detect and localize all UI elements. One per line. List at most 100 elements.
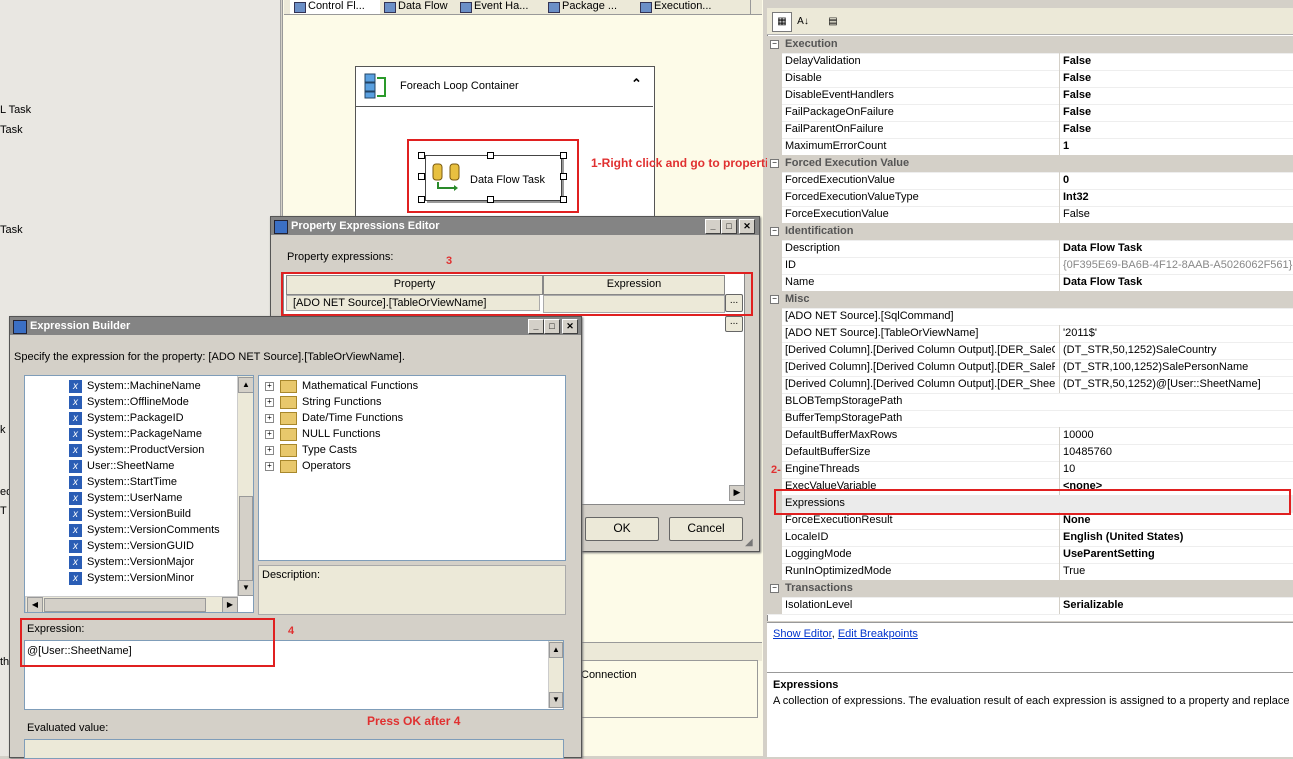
property-value[interactable]: (DT_STR,50,1252)SaleCountry bbox=[1059, 342, 1293, 359]
property-row[interactable]: ForcedExecutionValueType Int32 bbox=[767, 189, 1293, 207]
function-category[interactable]: + Operators bbox=[265, 458, 351, 474]
property-row[interactable]: EngineThreads 10 bbox=[767, 461, 1293, 479]
scroll-up-arrow[interactable]: ▲ bbox=[549, 642, 563, 658]
property-value[interactable]: 10 bbox=[1059, 461, 1293, 478]
property-value[interactable]: Data Flow Task bbox=[1059, 274, 1293, 291]
minimize-button[interactable]: _ bbox=[705, 219, 721, 234]
function-category[interactable]: + NULL Functions bbox=[265, 426, 380, 442]
new-row-ellipsis-button[interactable]: ... bbox=[725, 316, 743, 332]
property-row[interactable]: [ADO NET Source].[TableOrViewName] '2011$… bbox=[767, 325, 1293, 343]
variables-tree[interactable]: x System::MachineName x System::OfflineMode… bbox=[24, 375, 254, 613]
property-row[interactable]: ID {0F395E69-BA6B-4F12-8AAB-A5026062F561} bbox=[767, 257, 1293, 275]
property-row[interactable]: DelayValidation False bbox=[767, 53, 1293, 71]
variable-item[interactable]: x System::VersionBuild bbox=[69, 506, 191, 522]
cancel-button[interactable]: Cancel bbox=[669, 517, 743, 541]
variables-vscroll[interactable]: ▲ ▼ bbox=[237, 376, 253, 596]
property-value[interactable]: False bbox=[1059, 87, 1293, 104]
property-value[interactable]: UseParentSetting bbox=[1059, 546, 1293, 563]
property-value[interactable]: False bbox=[1059, 121, 1293, 138]
property-value[interactable]: True bbox=[1059, 563, 1293, 580]
property-value[interactable]: False bbox=[1059, 104, 1293, 121]
tab-execution-results[interactable]: Execution... bbox=[636, 0, 751, 14]
scroll-left-arrow[interactable]: ◀ bbox=[27, 597, 43, 612]
ok-button[interactable]: OK bbox=[585, 517, 659, 541]
property-category[interactable]: − Misc bbox=[767, 291, 1293, 309]
function-category[interactable]: + Date/Time Functions bbox=[265, 410, 403, 426]
property-value[interactable]: False bbox=[1059, 53, 1293, 70]
connection-label[interactable]: Connection bbox=[581, 669, 637, 681]
show-editor-link[interactable]: Show Editor bbox=[773, 628, 832, 640]
variable-item[interactable]: x System::UserName bbox=[69, 490, 182, 506]
variable-item[interactable]: x System::PackageID bbox=[69, 410, 184, 426]
eb-titlebar[interactable]: Expression Builder _ □ ✕ bbox=[10, 317, 581, 335]
minimize-button[interactable]: _ bbox=[528, 319, 544, 334]
property-row[interactable]: FailParentOnFailure False bbox=[767, 121, 1293, 139]
collapse-icon[interactable]: − bbox=[770, 584, 779, 593]
toolbox-item[interactable]: k bbox=[0, 424, 6, 436]
collapse-icon[interactable]: − bbox=[770, 40, 779, 49]
expand-icon[interactable]: + bbox=[265, 461, 274, 471]
property-row[interactable]: RunInOptimizedMode True bbox=[767, 563, 1293, 581]
property-value[interactable]: (DT_STR,50,1252)@[User::SheetName] bbox=[1059, 376, 1293, 393]
edit-breakpoints-link[interactable]: Edit Breakpoints bbox=[838, 628, 918, 640]
property-row[interactable]: MaximumErrorCount 1 bbox=[767, 138, 1293, 156]
property-row[interactable]: BufferTempStoragePath bbox=[767, 410, 1293, 428]
property-category[interactable]: − Forced Execution Value bbox=[767, 155, 1293, 173]
property-row[interactable]: LoggingMode UseParentSetting bbox=[767, 546, 1293, 564]
property-row[interactable]: IsolationLevel Serializable bbox=[767, 597, 1293, 615]
functions-tree[interactable]: + Mathematical Functions + String Functions… bbox=[258, 375, 566, 561]
toolbox-item[interactable]: T bbox=[0, 505, 7, 517]
collapse-icon[interactable]: − bbox=[770, 227, 779, 236]
expand-icon[interactable]: + bbox=[265, 445, 274, 455]
property-row[interactable]: Name Data Flow Task bbox=[767, 274, 1293, 292]
variable-item[interactable]: x System::ProductVersion bbox=[69, 442, 204, 458]
property-row[interactable]: BLOBTempStoragePath bbox=[767, 393, 1293, 411]
property-category[interactable]: − Execution bbox=[767, 36, 1293, 54]
property-value[interactable]: Data Flow Task bbox=[1059, 240, 1293, 257]
variable-item[interactable]: x System::VersionMinor bbox=[69, 570, 194, 586]
property-pages-icon[interactable]: ▤ bbox=[823, 12, 843, 32]
property-value[interactable]: 0 bbox=[1059, 172, 1293, 189]
scroll-up-arrow[interactable]: ▲ bbox=[238, 377, 253, 393]
toolbox-item[interactable]: th bbox=[0, 656, 9, 668]
variable-item[interactable]: x System::PackageName bbox=[69, 426, 202, 442]
collapse-icon[interactable]: − bbox=[770, 295, 779, 304]
toolbox-item[interactable]: L Task bbox=[0, 104, 31, 116]
variable-item[interactable]: x System::VersionGUID bbox=[69, 538, 194, 554]
property-value[interactable]: 10485760 bbox=[1059, 444, 1293, 461]
property-row[interactable]: Description Data Flow Task bbox=[767, 240, 1293, 258]
property-value[interactable]: False bbox=[1059, 70, 1293, 87]
variable-item[interactable]: x System::OfflineMode bbox=[69, 394, 189, 410]
property-value[interactable]: Int32 bbox=[1059, 189, 1293, 206]
property-value[interactable]: {0F395E69-BA6B-4F12-8AAB-A5026062F561} bbox=[1059, 257, 1293, 274]
function-category[interactable]: + String Functions bbox=[265, 394, 381, 410]
expand-icon[interactable]: + bbox=[265, 381, 274, 391]
pee-titlebar[interactable]: Property Expressions Editor _ □ ✕ bbox=[271, 217, 759, 235]
property-category[interactable]: − Identification bbox=[767, 223, 1293, 241]
scroll-down-arrow[interactable]: ▼ bbox=[549, 692, 563, 708]
function-category[interactable]: + Mathematical Functions bbox=[265, 378, 418, 394]
close-button[interactable]: ✕ bbox=[739, 219, 755, 234]
property-row[interactable]: DefaultBufferSize 10485760 bbox=[767, 444, 1293, 462]
scroll-right-arrow[interactable]: ▶ bbox=[729, 485, 745, 501]
variable-item[interactable]: x System::VersionMajor bbox=[69, 554, 194, 570]
property-row[interactable]: ForcedExecutionValue 0 bbox=[767, 172, 1293, 190]
maximize-button[interactable]: □ bbox=[544, 319, 560, 334]
property-value[interactable]: (DT_STR,100,1252)SalePersonName bbox=[1059, 359, 1293, 376]
scroll-thumb[interactable] bbox=[239, 496, 253, 582]
expand-icon[interactable]: + bbox=[265, 429, 274, 439]
categorized-icon[interactable]: ▦ bbox=[772, 12, 792, 32]
property-row[interactable]: DefaultBufferMaxRows 10000 bbox=[767, 427, 1293, 445]
property-row[interactable]: LocaleID English (United States) bbox=[767, 529, 1293, 547]
property-row[interactable]: [ADO NET Source].[SqlCommand] bbox=[767, 308, 1293, 326]
alphabetical-icon[interactable]: A↓ bbox=[793, 12, 813, 32]
variable-item[interactable]: x System::VersionComments bbox=[69, 522, 220, 538]
variables-hscroll[interactable]: ◀ ▶ bbox=[25, 596, 238, 612]
collapse-chevron-icon[interactable]: ⌃ bbox=[631, 76, 642, 92]
resize-grip-icon[interactable]: ◢ bbox=[745, 537, 753, 548]
variable-item[interactable]: x User::SheetName bbox=[69, 458, 174, 474]
property-row[interactable]: [Derived Column].[Derived Column Output]… bbox=[767, 376, 1293, 394]
scroll-right-arrow[interactable]: ▶ bbox=[222, 597, 238, 612]
property-value[interactable]: Serializable bbox=[1059, 597, 1293, 614]
scroll-thumb[interactable] bbox=[44, 598, 206, 612]
